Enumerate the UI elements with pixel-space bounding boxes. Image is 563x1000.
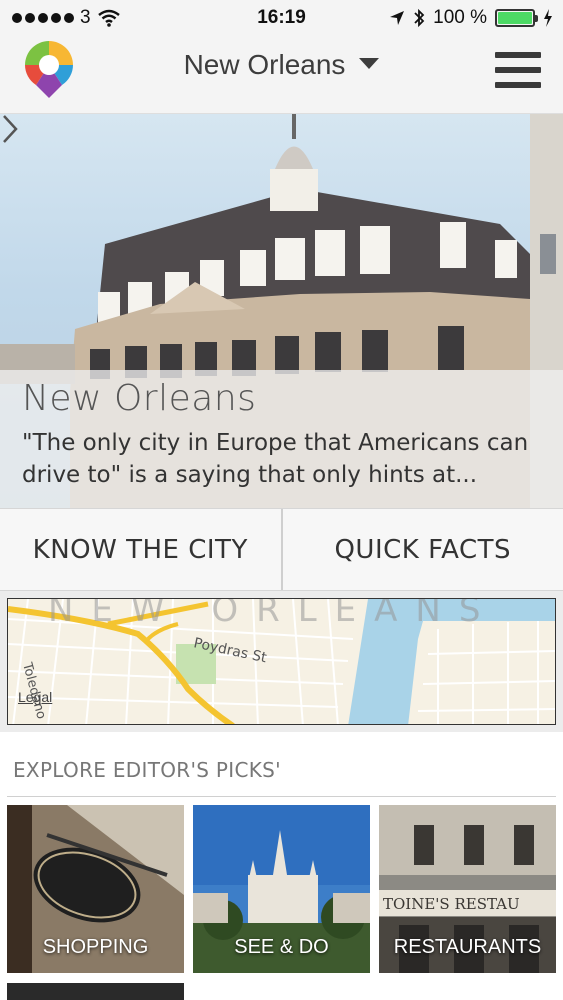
picks-grid: SHOPPING SEE & DO TOINE'S RESTAU RESTAUR…	[7, 805, 556, 973]
location-arrow-icon	[390, 11, 405, 25]
hamburger-menu-icon[interactable]	[495, 50, 541, 90]
battery-icon	[495, 9, 538, 27]
map-legal-link[interactable]: Legal	[18, 689, 52, 705]
pick-label-shopping: SHOPPING	[42, 936, 149, 958]
status-bar: 3 16:19 100 %	[0, 0, 563, 36]
map-section: NEW ORLEANS Poydras St Toledano Legal	[0, 591, 563, 732]
city-selector-label: New Orleans	[183, 49, 346, 80]
chevron-down-icon	[359, 58, 380, 70]
charging-bolt-icon	[544, 9, 552, 27]
editors-picks-title: EXPLORE EDITOR'S PICKS'	[13, 758, 281, 782]
pick-label-restaurants: RESTAURANTS	[393, 936, 542, 958]
map-tiles: NEW ORLEANS Poydras St Toledano	[8, 599, 555, 724]
status-right: 100 %	[389, 7, 553, 29]
city-selector[interactable]: New Orleans	[0, 49, 563, 81]
city-actions: KNOW THE CITY QUICK FACTS	[0, 508, 563, 591]
svg-text:TOINE'S RESTAU: TOINE'S RESTAU	[383, 895, 520, 913]
battery-fill	[498, 12, 532, 24]
bluetooth-icon	[414, 8, 425, 28]
city-map[interactable]: NEW ORLEANS Poydras St Toledano	[7, 598, 556, 725]
hero-description: "The only city in Europe that Americans …	[22, 430, 529, 488]
quick-facts-button[interactable]: QUICK FACTS	[280, 509, 563, 590]
pick-label-see-and-do: SEE & DO	[234, 936, 329, 958]
hero-title: New Orleans	[22, 378, 257, 419]
pick-tile-see-and-do[interactable]: SEE & DO	[193, 805, 370, 973]
chevron-right-icon[interactable]	[0, 114, 20, 144]
battery-percent: 100 %	[433, 7, 487, 28]
pick-tile-shopping[interactable]: SHOPPING	[7, 805, 184, 973]
know-the-city-button[interactable]: KNOW THE CITY	[0, 509, 281, 590]
city-hero-card[interactable]: New Orleans "The only city in Europe tha…	[0, 114, 563, 508]
pick-tile-restaurants[interactable]: TOINE'S RESTAU RESTAURANTS	[379, 805, 556, 973]
pick-tile-next-partial[interactable]	[7, 983, 184, 1000]
map-city-watermark: NEW ORLEANS	[48, 599, 498, 630]
section-divider	[7, 796, 556, 797]
app-header: New Orleans	[0, 36, 563, 114]
